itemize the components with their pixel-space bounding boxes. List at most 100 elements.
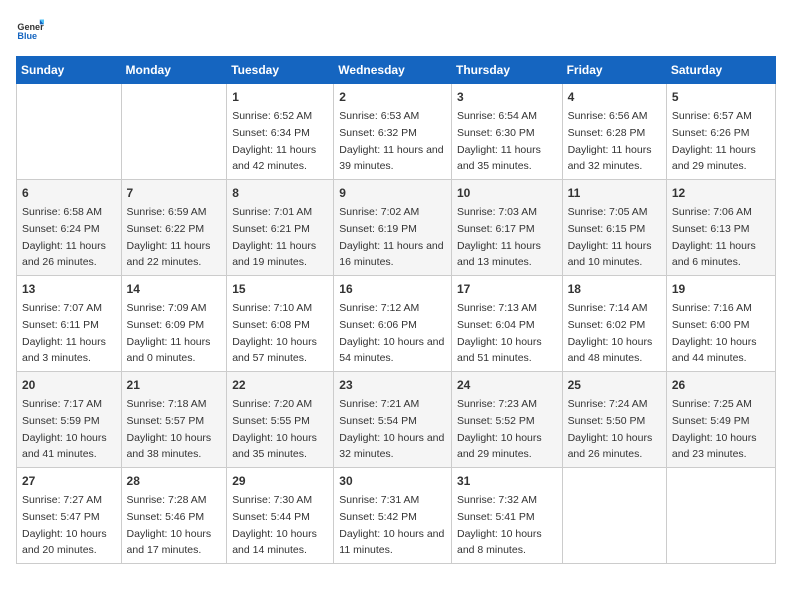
day-number: 30 xyxy=(339,472,446,490)
daylight-text: Daylight: 10 hours and 29 minutes. xyxy=(457,432,542,461)
daylight-text: Daylight: 10 hours and 38 minutes. xyxy=(127,432,212,461)
calendar-cell xyxy=(17,84,122,180)
sunrise-text: Sunrise: 7:18 AM xyxy=(127,398,207,410)
day-number: 4 xyxy=(568,88,661,106)
sunset-text: Sunset: 6:22 PM xyxy=(127,223,205,235)
calendar-cell: 12Sunrise: 7:06 AMSunset: 6:13 PMDayligh… xyxy=(666,180,775,276)
calendar-week-4: 20Sunrise: 7:17 AMSunset: 5:59 PMDayligh… xyxy=(17,372,776,468)
daylight-text: Daylight: 11 hours and 0 minutes. xyxy=(127,336,211,365)
calendar-cell: 26Sunrise: 7:25 AMSunset: 5:49 PMDayligh… xyxy=(666,372,775,468)
daylight-text: Daylight: 10 hours and 41 minutes. xyxy=(22,432,107,461)
sunset-text: Sunset: 6:09 PM xyxy=(127,319,205,331)
sunset-text: Sunset: 6:04 PM xyxy=(457,319,535,331)
sunset-text: Sunset: 6:02 PM xyxy=(568,319,646,331)
daylight-text: Daylight: 10 hours and 26 minutes. xyxy=(568,432,653,461)
sunset-text: Sunset: 5:41 PM xyxy=(457,511,535,523)
day-number: 2 xyxy=(339,88,446,106)
day-number: 14 xyxy=(127,280,222,298)
calendar-cell: 7Sunrise: 6:59 AMSunset: 6:22 PMDaylight… xyxy=(121,180,227,276)
calendar-cell: 10 Sunrise: 7:03 AM Sunset: 6:17 PM Dayligh… xyxy=(451,180,562,276)
sunrise-text: Sunrise: 7:16 AM xyxy=(672,302,752,314)
calendar-cell: 9Sunrise: 7:02 AMSunset: 6:19 PMDaylight… xyxy=(334,180,452,276)
logo-icon: General Blue xyxy=(16,16,44,44)
sunrise-text: Sunrise: 7:01 AM xyxy=(232,206,312,218)
sunrise-text: Sunrise: 7:28 AM xyxy=(127,494,207,506)
calendar-cell: 28Sunrise: 7:28 AMSunset: 5:46 PMDayligh… xyxy=(121,468,227,564)
calendar-cell: 20Sunrise: 7:17 AMSunset: 5:59 PMDayligh… xyxy=(17,372,122,468)
day-number: 24 xyxy=(457,376,557,394)
svg-text:Blue: Blue xyxy=(17,31,37,41)
daylight-text: Daylight: 11 hours and 26 minutes. xyxy=(22,240,106,269)
sunset-text: Sunset: 5:55 PM xyxy=(232,415,310,427)
calendar-week-5: 27Sunrise: 7:27 AMSunset: 5:47 PMDayligh… xyxy=(17,468,776,564)
daylight-text: Daylight: 11 hours and 13 minutes. xyxy=(457,240,541,269)
daylight-text: Daylight: 10 hours and 35 minutes. xyxy=(232,432,317,461)
day-number: 26 xyxy=(672,376,770,394)
sunrise-text: Sunrise: 7:07 AM xyxy=(22,302,102,314)
sunset-text: Sunset: 6:00 PM xyxy=(672,319,750,331)
calendar-week-3: 13Sunrise: 7:07 AMSunset: 6:11 PMDayligh… xyxy=(17,276,776,372)
logo: General Blue xyxy=(16,16,44,44)
sunset-text: Sunset: 5:59 PM xyxy=(22,415,100,427)
calendar-cell xyxy=(121,84,227,180)
sunset-text: Sunset: 6:28 PM xyxy=(568,127,646,139)
daylight-text: Daylight: 11 hours and 42 minutes. xyxy=(232,144,316,173)
daylight-text: Daylight: 11 hours and 3 minutes. xyxy=(22,336,106,365)
calendar-cell: 22Sunrise: 7:20 AMSunset: 5:55 PMDayligh… xyxy=(227,372,334,468)
sunrise-text: Sunrise: 7:02 AM xyxy=(339,206,419,218)
sunrise-text: Sunrise: 7:32 AM xyxy=(457,494,537,506)
sunrise-text: Sunrise: 7:05 AM xyxy=(568,206,648,218)
calendar-cell: 29Sunrise: 7:30 AMSunset: 5:44 PMDayligh… xyxy=(227,468,334,564)
daylight-text: Daylight: 10 hours and 44 minutes. xyxy=(672,336,757,365)
sunset-text: Sunset: 6:24 PM xyxy=(22,223,100,235)
day-number: 7 xyxy=(127,184,222,202)
sunrise-text: Sunrise: 7:27 AM xyxy=(22,494,102,506)
page-header: General Blue xyxy=(16,16,776,44)
daylight-text: Daylight: 11 hours and 35 minutes. xyxy=(457,144,541,173)
calendar-cell: 14Sunrise: 7:09 AMSunset: 6:09 PMDayligh… xyxy=(121,276,227,372)
sunrise-text: Sunrise: 7:23 AM xyxy=(457,398,537,410)
sunrise-text: Sunrise: 7:31 AM xyxy=(339,494,419,506)
sunset-text: Sunset: 6:15 PM xyxy=(568,223,646,235)
calendar-cell: 23Sunrise: 7:21 AMSunset: 5:54 PMDayligh… xyxy=(334,372,452,468)
day-number: 21 xyxy=(127,376,222,394)
day-header-monday: Monday xyxy=(121,57,227,84)
sunset-text: Sunset: 6:21 PM xyxy=(232,223,310,235)
daylight-text: Daylight: 10 hours and 57 minutes. xyxy=(232,336,317,365)
calendar-cell: 31Sunrise: 7:32 AMSunset: 5:41 PMDayligh… xyxy=(451,468,562,564)
day-header-thursday: Thursday xyxy=(451,57,562,84)
daylight-text: Daylight: 10 hours and 32 minutes. xyxy=(339,432,444,461)
sunset-text: Sunset: 6:17 PM xyxy=(457,223,535,235)
daylight-text: Daylight: 11 hours and 29 minutes. xyxy=(672,144,756,173)
calendar-cell: 17Sunrise: 7:13 AMSunset: 6:04 PMDayligh… xyxy=(451,276,562,372)
day-number: 28 xyxy=(127,472,222,490)
sunset-text: Sunset: 6:34 PM xyxy=(232,127,310,139)
sunset-text: Sunset: 5:42 PM xyxy=(339,511,417,523)
day-number: 19 xyxy=(672,280,770,298)
day-number: 5 xyxy=(672,88,770,106)
calendar-cell xyxy=(562,468,666,564)
calendar-cell xyxy=(666,468,775,564)
day-number: 17 xyxy=(457,280,557,298)
day-number: 10 xyxy=(457,184,557,202)
daylight-text: Daylight: 11 hours and 32 minutes. xyxy=(568,144,652,173)
calendar-cell: 24Sunrise: 7:23 AMSunset: 5:52 PMDayligh… xyxy=(451,372,562,468)
calendar-cell: 3Sunrise: 6:54 AMSunset: 6:30 PMDaylight… xyxy=(451,84,562,180)
daylight-text: Daylight: 11 hours and 39 minutes. xyxy=(339,144,443,173)
day-number: 22 xyxy=(232,376,328,394)
sunset-text: Sunset: 5:50 PM xyxy=(568,415,646,427)
daylight-text: Daylight: 10 hours and 14 minutes. xyxy=(232,528,317,557)
day-number: 31 xyxy=(457,472,557,490)
sunset-text: Sunset: 5:57 PM xyxy=(127,415,205,427)
day-header-sunday: Sunday xyxy=(17,57,122,84)
day-number: 3 xyxy=(457,88,557,106)
sunrise-text: Sunrise: 6:53 AM xyxy=(339,110,419,122)
daylight-text: Daylight: 10 hours and 23 minutes. xyxy=(672,432,757,461)
sunrise-text: Sunrise: 7:03 AM xyxy=(457,206,537,218)
day-number: 11 xyxy=(568,184,661,202)
calendar-cell: 13Sunrise: 7:07 AMSunset: 6:11 PMDayligh… xyxy=(17,276,122,372)
day-header-saturday: Saturday xyxy=(666,57,775,84)
day-number: 9 xyxy=(339,184,446,202)
sunset-text: Sunset: 6:30 PM xyxy=(457,127,535,139)
day-number: 29 xyxy=(232,472,328,490)
